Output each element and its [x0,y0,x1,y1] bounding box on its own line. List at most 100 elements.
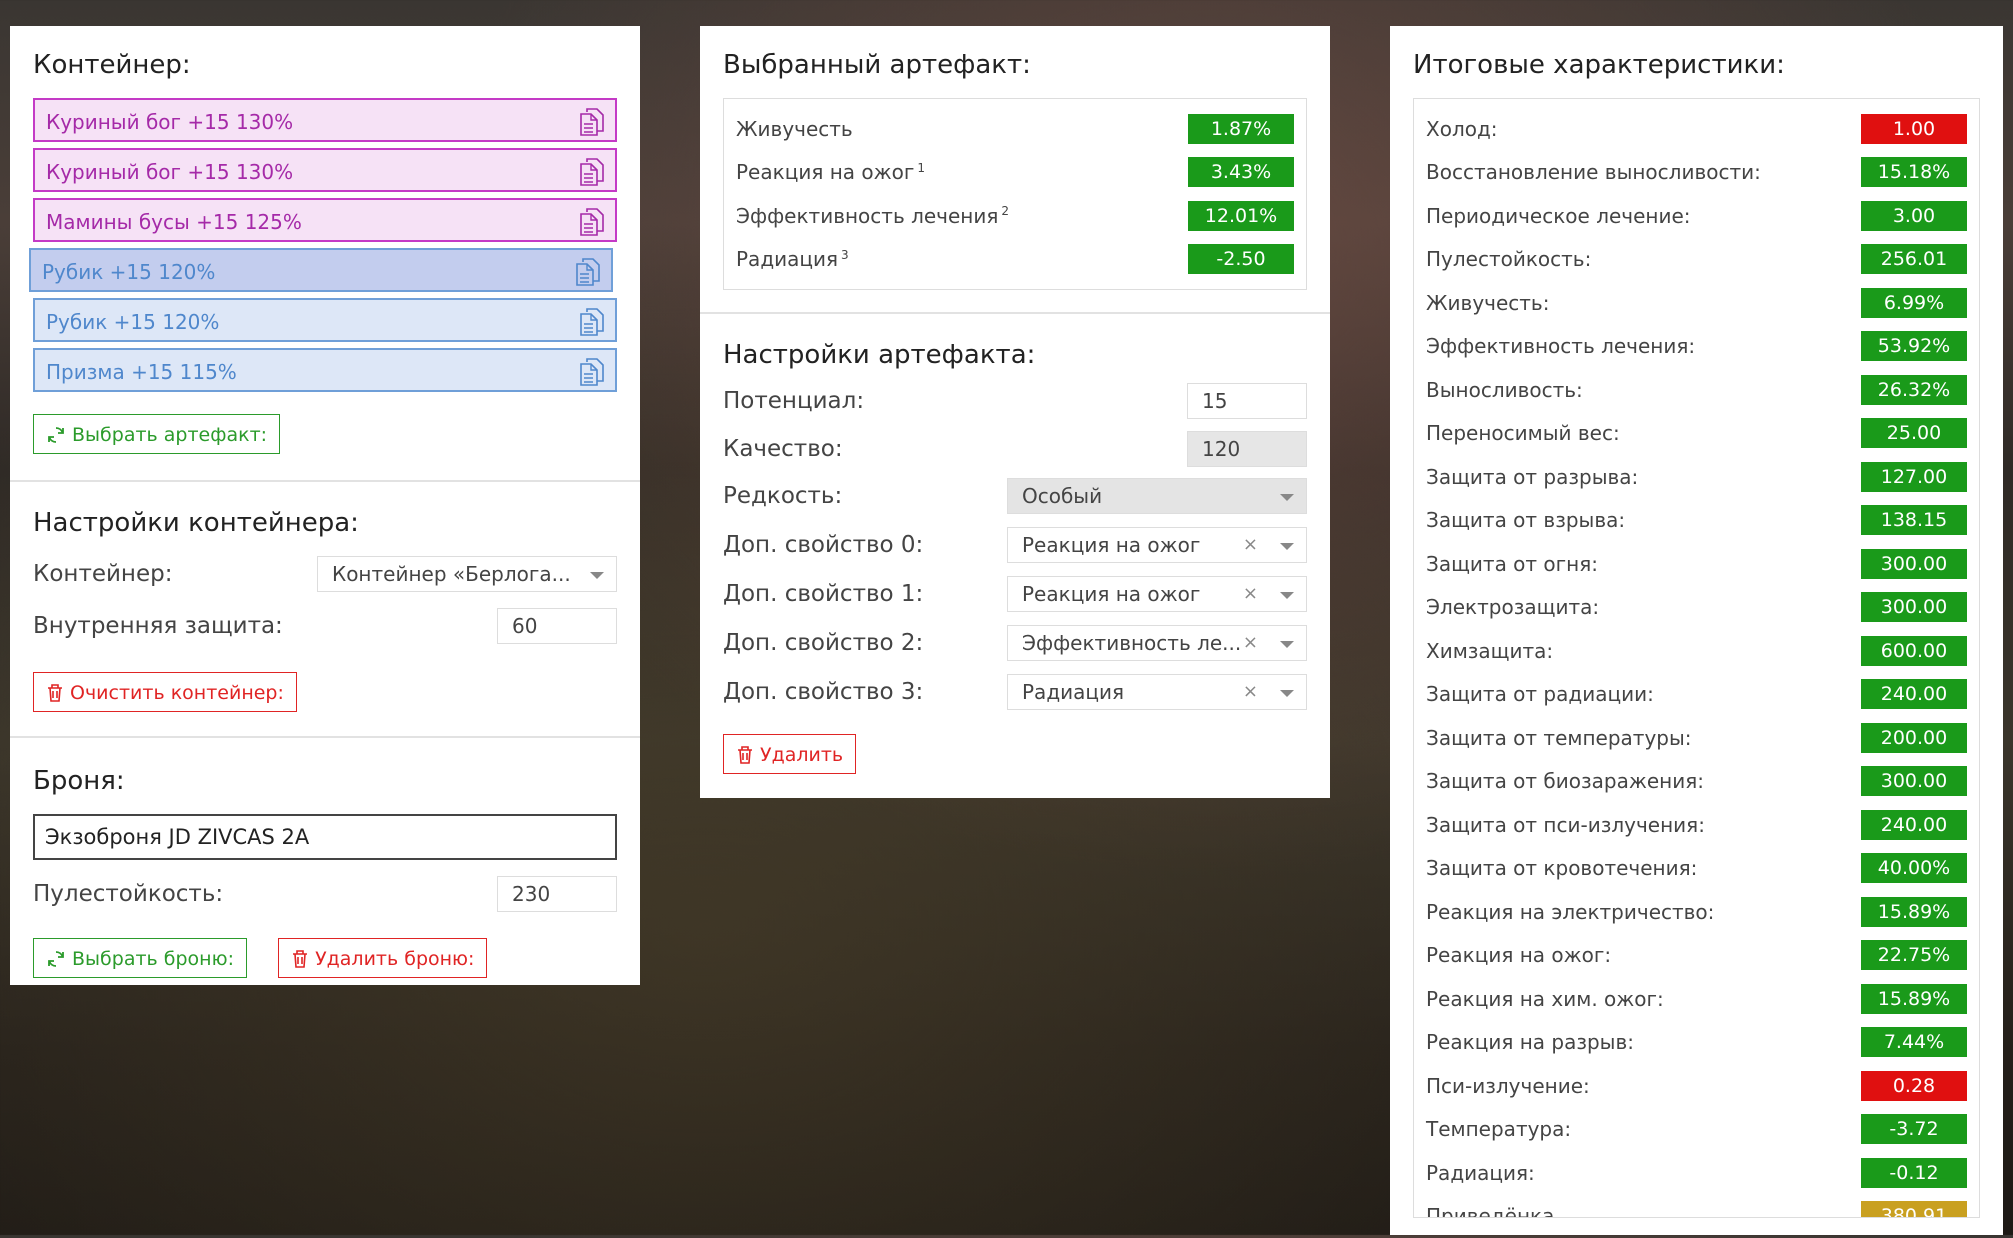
rarity-row: Редкость: Особый [723,472,1307,520]
bullet-row: Пулестойкость: 230 [33,868,617,920]
artifact-stat-label: Живучесть [736,116,853,141]
bullet-input[interactable]: 230 [497,876,617,912]
total-stat-row: Живучесть: 6.99% [1426,281,1967,325]
container-item-list: Куриный бог +15 130% Куриный бог +15 130%… [29,98,617,392]
container-item[interactable]: Призма +15 115% [33,348,617,392]
container-item[interactable]: Куриный бог +15 130% [33,148,617,192]
selected-artifact-title: Выбранный артефакт: [723,50,1031,80]
total-stat-row: Радиация: -0.12 [1426,1151,1967,1195]
container-item[interactable]: Мамины бусы +15 125% [33,198,617,242]
total-stat-value: 26.32% [1861,374,1967,405]
total-stat-value: 25.00 [1861,418,1967,449]
delete-armor-button[interactable]: Удалить броню: [278,938,488,978]
total-stat-value: 200.00 [1861,722,1967,753]
clear-icon[interactable]: × [1243,675,1258,709]
total-stat-row: Защита от пси-излучения: 240.00 [1426,803,1967,847]
select-armor-label: Выбрать броню: [72,948,234,970]
total-stat-value: 3.00 [1861,200,1967,231]
delete-artifact-label: Удалить [760,744,844,766]
total-stat-value: 15.89% [1861,896,1967,927]
total-stat-row: Переносимый вес: 25.00 [1426,412,1967,456]
total-stat-value: -0.12 [1861,1157,1967,1188]
total-stat-label: Восстановление выносливости: [1426,160,1761,185]
total-stat-row: Защита от взрыва: 138.15 [1426,499,1967,543]
copy-icon[interactable] [579,107,605,137]
total-stat-label: Радиация: [1426,1160,1535,1185]
total-stat-label: Холод: [1426,116,1498,141]
total-stat-row: Реакция на разрыв: 7.44% [1426,1021,1967,1065]
copy-icon[interactable] [579,357,605,387]
select-artifact-button[interactable]: Выбрать артефакт: [33,414,281,454]
copy-icon[interactable] [579,157,605,187]
total-stat-row: Пулестойкость: 256.01 [1426,238,1967,282]
totals-stats-box: Холод: 1.00 Восстановление выносливости: 15… [1413,98,1980,1218]
extra-property-row: Доп. свойство 3: Радиация × [723,667,1307,716]
armor-name-field[interactable]: Экзоброня JD ZIVCAS 2A [33,814,617,860]
total-stat-label: Эффективность лечения: [1426,334,1696,359]
container-title: Контейнер: [33,50,191,80]
extra-property-select[interactable]: Эффективность ле... × [1007,624,1307,661]
total-stat-row: Защита от огня: 300.00 [1426,542,1967,586]
total-stat-value: -3.72 [1861,1114,1967,1145]
total-stat-label: Защита от температуры: [1426,725,1692,750]
container-settings-title: Настройки контейнера: [33,508,359,538]
extra-property-select[interactable]: Реакция на ожог × [1007,526,1307,563]
copy-icon[interactable] [579,207,605,237]
extra-property-select[interactable]: Реакция на ожог × [1007,575,1307,612]
footnote-marker: 3 [841,247,849,262]
total-stat-value: 22.75% [1861,940,1967,971]
total-stat-label: Реакция на хим. ожог: [1426,986,1664,1011]
selected-artifact-section: Выбранный артефакт: Живучесть 1.87% Реакци… [700,26,1330,314]
clear-icon[interactable]: × [1243,528,1258,562]
artifact-stat-row: Радиация 3 -2.50 [736,238,1294,282]
container-select-value: Контейнер «Берлога... [332,562,571,586]
container-select[interactable]: Контейнер «Берлога... [317,556,617,592]
container-select-row: Контейнер: Контейнер «Берлога... [33,548,617,600]
trash-icon [293,950,308,968]
chevron-down-icon [590,572,604,579]
container-item[interactable]: Рубик +15 120% [29,248,613,292]
chevron-down-icon [1280,689,1294,697]
container-item[interactable]: Куриный бог +15 130% [33,98,617,142]
copy-icon[interactable] [575,257,601,287]
bullet-label: Пулестойкость: [33,881,224,907]
artifact-panel: Выбранный артефакт: Живучесть 1.87% Реакци… [700,26,1330,798]
total-stat-label: Реакция на разрыв: [1426,1030,1634,1055]
total-stat-row: Реакция на ожог: 22.75% [1426,934,1967,978]
extra-property-select[interactable]: Радиация × [1007,673,1307,710]
copy-icon[interactable] [579,307,605,337]
total-stat-row: Выносливость: 26.32% [1426,368,1967,412]
rarity-select[interactable]: Особый [1007,478,1307,514]
container-item[interactable]: Рубик +15 120% [33,298,617,342]
clear-container-button[interactable]: Очистить контейнер: [33,672,297,712]
delete-artifact-button[interactable]: Удалить [723,734,857,774]
chevron-down-icon [1280,591,1294,599]
extra-properties: Доп. свойство 0: Реакция на ожог × Доп. сво… [723,520,1307,716]
total-stat-label: Пулестойкость: [1426,247,1592,272]
total-stat-label: Реакция на ожог: [1426,943,1612,968]
extra-property-label: Доп. свойство 0: [723,531,924,558]
total-stat-label: Химзащита: [1426,638,1554,663]
total-stat-label: Защита от кровотечения: [1426,856,1698,881]
total-stat-row: Электрозащита: 300.00 [1426,586,1967,630]
total-stat-value: 300.00 [1861,766,1967,797]
container-item-label: Рубик +15 120% [42,260,216,284]
total-stat-label: Защита от разрыва: [1426,464,1639,489]
totals-title: Итоговые характеристики: [1413,50,1785,80]
clear-icon[interactable]: × [1243,626,1258,660]
potential-input[interactable]: 15 [1187,383,1307,419]
potential-label: Потенциал: [723,388,865,414]
artifact-settings-title: Настройки артефакта: [723,340,1036,370]
trash-icon [48,684,62,702]
inner-protection-input[interactable]: 60 [497,608,617,644]
quality-label: Качество: [723,436,843,462]
quality-input[interactable]: 120 [1187,431,1307,467]
clear-icon[interactable]: × [1243,577,1258,611]
armor-section: Броня: Экзоброня JD ZIVCAS 2A Пулестойко… [10,738,640,998]
extra-property-value: Реакция на ожог [1022,581,1201,606]
select-armor-button[interactable]: Выбрать броню: [33,938,247,978]
refresh-icon [48,427,64,443]
total-stat-row: Защита от разрыва: 127.00 [1426,455,1967,499]
total-stat-label: Защита от радиации: [1426,682,1654,707]
total-stat-value: 7.44% [1861,1027,1967,1058]
